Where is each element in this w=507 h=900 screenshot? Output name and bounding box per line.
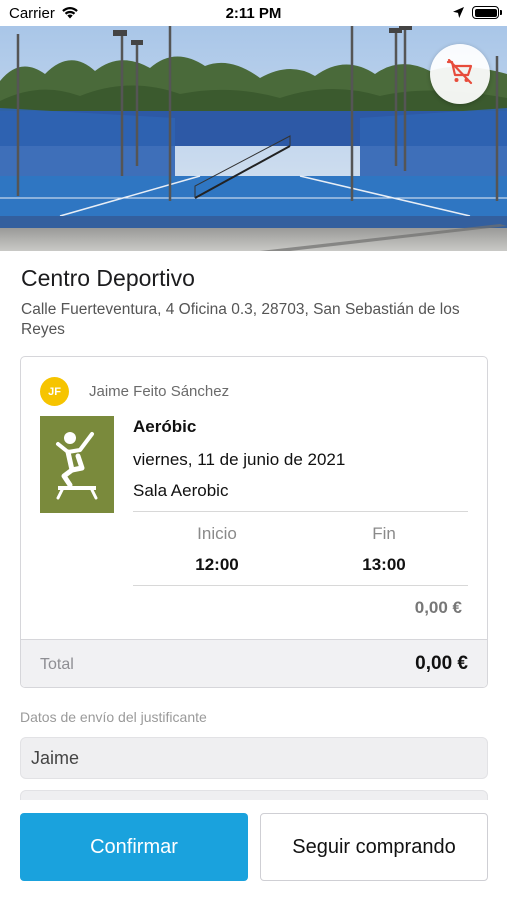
- activity-name: Aeróbic: [133, 417, 197, 436]
- divider: [133, 585, 468, 586]
- action-bar: Confirmar Seguir comprando: [0, 800, 507, 900]
- venue-address: Calle Fuerteventura, 4 Oficina 0.3, 2870…: [21, 301, 460, 338]
- battery-icon: [472, 6, 502, 19]
- carrier-label: Carrier: [9, 5, 55, 22]
- status-bar: Carrier 2:11 PM: [0, 0, 507, 26]
- continue-shopping-button[interactable]: Seguir comprando: [260, 813, 488, 881]
- start-label: Inicio: [197, 524, 237, 543]
- receipt-section-label: Datos de envío del justificante: [20, 709, 207, 725]
- divider: [133, 511, 468, 512]
- user-name: Jaime Feito Sánchez: [89, 383, 230, 400]
- activity-room: Sala Aerobic: [133, 481, 229, 500]
- end-time: 13:00: [362, 555, 406, 574]
- total-row: Total 0,00 €: [21, 639, 487, 687]
- total-label: Total: [40, 656, 74, 673]
- venue-photo: [0, 26, 507, 251]
- booking-card: JF Jaime Feito Sánchez Aeróbic viernes, …: [20, 356, 488, 688]
- aerobics-person-icon: [40, 416, 114, 513]
- remove-cart-button[interactable]: [430, 44, 490, 104]
- start-time: 12:00: [195, 555, 239, 574]
- end-label: Fin: [372, 524, 396, 543]
- line-price: 0,00 €: [414, 598, 462, 617]
- name-field[interactable]: Jaime: [20, 737, 488, 779]
- activity-date: viernes, 11 de junio de 2021: [133, 450, 346, 469]
- confirm-button[interactable]: Confirmar: [20, 813, 248, 881]
- avatar: JF: [40, 377, 69, 406]
- wifi-icon: [61, 6, 79, 24]
- cart-off-icon: [446, 58, 474, 90]
- venue-name: Centro Deportivo: [21, 265, 195, 291]
- location-arrow-icon: [452, 6, 465, 24]
- total-value: 0,00 €: [415, 653, 468, 674]
